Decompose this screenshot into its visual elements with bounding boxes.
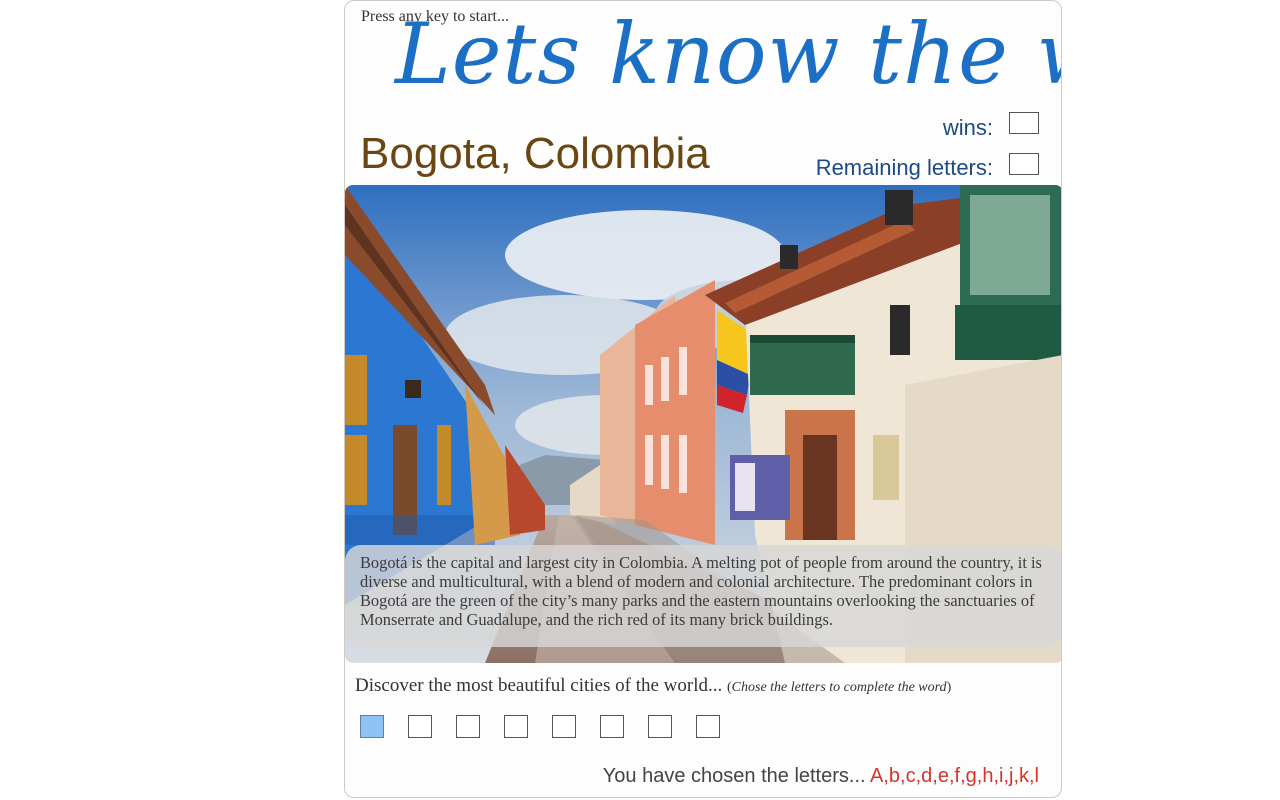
wins-label: wins: <box>942 115 993 140</box>
game-title: Lets know the world <box>395 5 1061 103</box>
letter-slot[interactable] <box>552 715 576 738</box>
letter-slot[interactable] <box>456 715 480 738</box>
game-card: Press any key to start... Lets know the … <box>344 0 1062 798</box>
chosen-letters-list: A,b,c,d,e,f,g,h,i,j,k,l <box>870 765 1039 787</box>
discover-prompt: Discover the most beautiful cities of th… <box>355 675 951 697</box>
discover-hint-text: Chose the letters to complete the word <box>731 680 947 695</box>
city-name: Bogota, Colombia <box>360 129 710 178</box>
city-description: Bogotá is the capital and largest city i… <box>345 545 1061 647</box>
chosen-letters-label: You have chosen the letters... <box>602 765 866 787</box>
letter-slot[interactable] <box>600 715 624 738</box>
letter-slot[interactable] <box>408 715 432 738</box>
letter-slot[interactable] <box>504 715 528 738</box>
chosen-letters: You have chosen the letters... A,b,c,d,e… <box>603 765 1039 788</box>
discover-text: Discover the most beautiful cities of th… <box>355 675 723 696</box>
wins-value <box>1009 112 1039 134</box>
remaining-letters-value <box>1009 153 1039 175</box>
remaining-letters-label: Remaining letters: <box>815 155 993 180</box>
discover-hint: (Chose the letters to complete the word) <box>727 680 952 695</box>
letter-slot[interactable] <box>648 715 672 738</box>
letter-slot[interactable] <box>696 715 720 738</box>
letter-slot[interactable] <box>360 715 384 738</box>
